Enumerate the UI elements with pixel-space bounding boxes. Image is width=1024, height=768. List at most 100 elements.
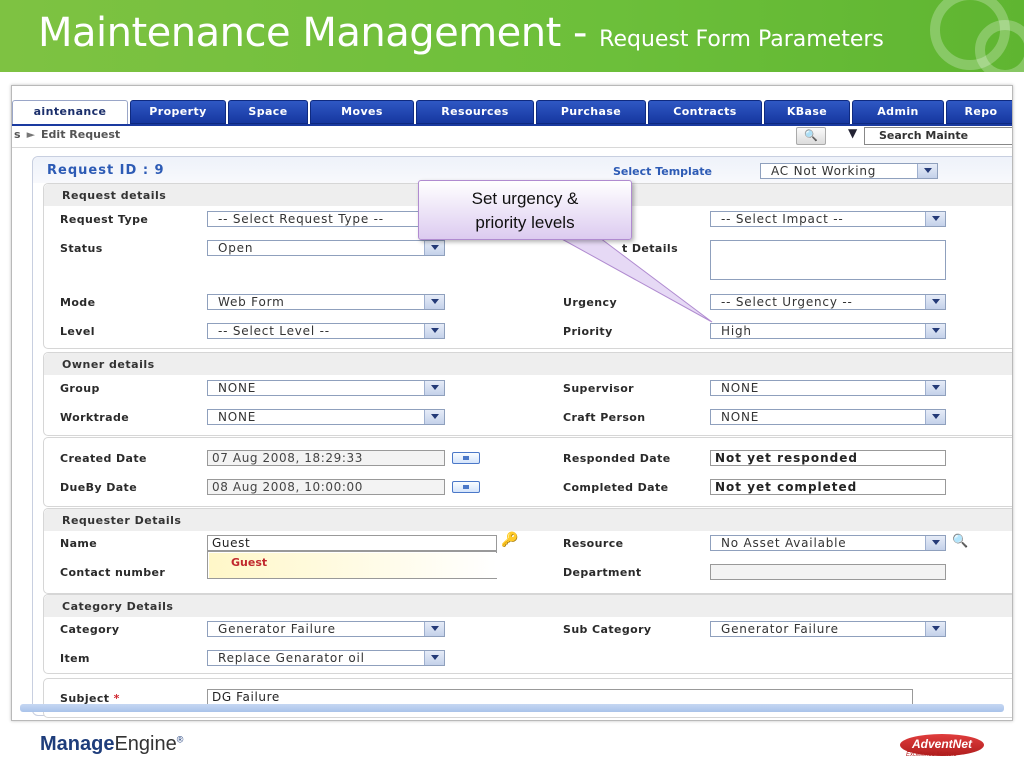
resource-value: No Asset Available xyxy=(721,536,847,550)
tab-moves[interactable]: Moves xyxy=(310,100,414,124)
breadcrumb: s ► Edit Request xyxy=(14,128,120,141)
dropdown-arrow-icon xyxy=(424,241,444,255)
category-select[interactable]: Generator Failure xyxy=(207,621,445,637)
worktrade-label: Worktrade xyxy=(60,411,130,424)
dropdown-arrow-icon xyxy=(925,295,945,309)
tab-contracts[interactable]: Contracts xyxy=(648,100,762,124)
calendar-icon[interactable] xyxy=(452,452,480,464)
tab-resources[interactable]: Resources xyxy=(416,100,534,124)
priority-label: Priority xyxy=(563,325,613,338)
dropdown-arrow-icon xyxy=(424,622,444,636)
priority-select[interactable]: High xyxy=(710,323,946,339)
suggestion-item[interactable]: Guest xyxy=(209,553,497,578)
department-field[interactable] xyxy=(710,564,946,580)
dropdown-arrow-icon xyxy=(925,410,945,424)
dropdown-arrow-icon xyxy=(925,324,945,338)
level-select[interactable]: -- Select Level -- xyxy=(207,323,445,339)
category-label: Category xyxy=(60,623,120,636)
level-label: Level xyxy=(60,325,95,338)
dropdown-arrow-icon xyxy=(925,381,945,395)
resource-select[interactable]: No Asset Available xyxy=(710,535,946,551)
item-value: Replace Genarator oil xyxy=(218,651,365,665)
completed-date-field[interactable]: Not yet completed xyxy=(710,479,946,495)
dropdown-arrow-icon xyxy=(424,381,444,395)
sub-category-label: Sub Category xyxy=(563,623,652,636)
request-type-value: -- Select Request Type -- xyxy=(218,212,384,226)
resource-label: Resource xyxy=(563,537,624,550)
dropdown-arrow-icon xyxy=(925,536,945,550)
horizontal-scrollbar[interactable] xyxy=(20,704,1004,712)
name-input[interactable]: Guest xyxy=(207,535,497,551)
dropdown-arrow-icon xyxy=(917,164,937,178)
trademark-mark: ® xyxy=(176,734,184,745)
dropdown-arrow-icon xyxy=(424,410,444,424)
level-value: -- Select Level -- xyxy=(218,324,330,338)
category-value: Generator Failure xyxy=(218,622,336,636)
status-label: Status xyxy=(60,242,103,255)
template-select[interactable]: AC Not Working xyxy=(760,163,938,179)
adventnet-tagline: Excellence Matters xyxy=(906,752,957,758)
craft-person-label: Craft Person xyxy=(563,411,646,424)
group-select[interactable]: NONE xyxy=(207,380,445,396)
request-type-select[interactable]: -- Select Request Type -- xyxy=(207,211,445,227)
item-select[interactable]: Replace Genarator oil xyxy=(207,650,445,666)
tab-maintenance[interactable]: aintenance xyxy=(12,100,128,126)
impact-details-label: t Details xyxy=(622,242,679,255)
worktrade-select[interactable]: NONE xyxy=(207,409,445,425)
slide-title: Maintenance Management - Request Form Pa… xyxy=(38,10,884,56)
name-label: Name xyxy=(60,537,98,550)
responded-date-field[interactable]: Not yet responded xyxy=(710,450,946,466)
template-value: AC Not Working xyxy=(771,164,877,178)
status-value: Open xyxy=(218,241,254,255)
impact-details-textarea[interactable] xyxy=(710,240,946,280)
dropdown-arrow-icon xyxy=(424,651,444,665)
tab-admin[interactable]: Admin xyxy=(852,100,944,124)
slide-header: Maintenance Management - Request Form Pa… xyxy=(0,0,1024,72)
slide-subtitle: Request Form Parameters xyxy=(599,27,884,52)
group-value: NONE xyxy=(218,381,257,395)
craft-person-select[interactable]: NONE xyxy=(710,409,946,425)
completed-date-label: Completed Date xyxy=(563,481,669,494)
breadcrumb-row: s ► Edit Request 🔍 ▼ Search Mainte xyxy=(12,126,1012,148)
request-id: Request ID : 9 xyxy=(47,163,165,178)
group-label: Group xyxy=(60,382,100,395)
supervisor-select[interactable]: NONE xyxy=(710,380,946,396)
status-select[interactable]: Open xyxy=(207,240,445,256)
search-dropdown-icon[interactable]: ▼ xyxy=(848,126,857,140)
sub-category-select[interactable]: Generator Failure xyxy=(710,621,946,637)
mode-label: Mode xyxy=(60,296,96,309)
dropdown-arrow-icon xyxy=(925,622,945,636)
tab-property[interactable]: Property xyxy=(130,100,226,124)
created-date-field[interactable]: 07 Aug 2008, 18:29:33 xyxy=(207,450,445,466)
key-icon[interactable]: 🔑 xyxy=(501,532,518,548)
callout-line-1: Set urgency & xyxy=(471,189,579,208)
responded-date-label: Responded Date xyxy=(563,452,671,465)
brand-light: Engine xyxy=(114,733,177,755)
request-type-label: Request Type xyxy=(60,213,149,226)
search-icon[interactable]: 🔍 xyxy=(796,127,826,145)
asset-lookup-icon[interactable]: 🔍 xyxy=(952,534,968,549)
tab-purchase[interactable]: Purchase xyxy=(536,100,646,124)
requester-details-section: Requester Details xyxy=(43,508,1012,594)
section-title: Category Details xyxy=(44,595,1012,617)
tab-reports[interactable]: Repo xyxy=(946,100,1012,124)
department-label: Department xyxy=(563,566,642,579)
dueby-date-label: DueBy Date xyxy=(60,481,138,494)
tab-space[interactable]: Space xyxy=(228,100,308,124)
breadcrumb-prefix[interactable]: s xyxy=(14,128,21,141)
search-input[interactable]: Search Mainte xyxy=(864,127,1012,145)
mode-select[interactable]: Web Form xyxy=(207,294,445,310)
breadcrumb-separator: ► xyxy=(26,128,36,141)
dates-section xyxy=(43,437,1012,507)
main-tabbar: aintenance Property Space Moves Resource… xyxy=(12,100,1012,126)
subject-input[interactable]: DG Failure xyxy=(207,689,913,705)
dueby-date-field[interactable]: 08 Aug 2008, 10:00:00 xyxy=(207,479,445,495)
impact-value: -- Select Impact -- xyxy=(721,212,844,226)
urgency-select[interactable]: -- Select Urgency -- xyxy=(710,294,946,310)
impact-select[interactable]: -- Select Impact -- xyxy=(710,211,946,227)
tab-kbase[interactable]: KBase xyxy=(764,100,850,124)
calendar-icon[interactable] xyxy=(452,481,480,493)
sub-category-value: Generator Failure xyxy=(721,622,839,636)
craft-person-value: NONE xyxy=(721,410,760,424)
dropdown-arrow-icon xyxy=(424,295,444,309)
